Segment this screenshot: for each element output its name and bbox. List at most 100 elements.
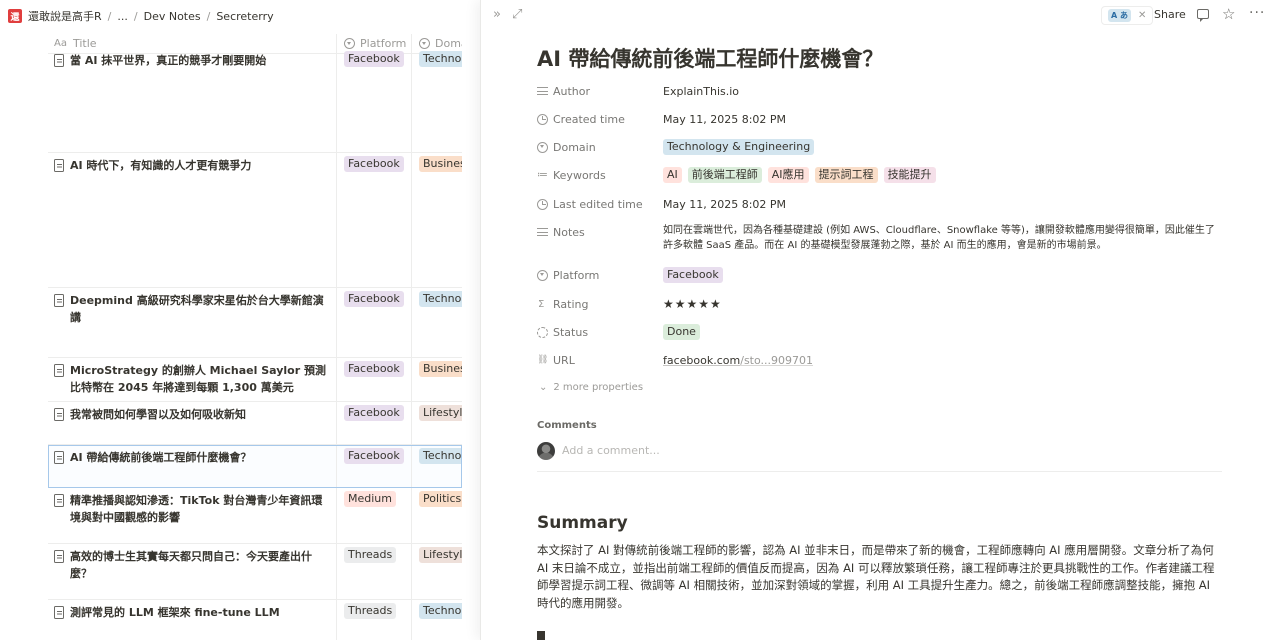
page-icon <box>54 159 64 172</box>
notes-value[interactable]: 如同在雲端世代，因為各種基礎建設 (例如 AWS、Cloudflare、Snow… <box>663 223 1223 253</box>
property-label: Notes <box>553 225 585 239</box>
keyword-tag[interactable]: 提示詞工程 <box>814 167 878 183</box>
row-title[interactable]: 我常被問如何學習以及如何吸收新知 <box>70 406 246 423</box>
multi-select-icon <box>537 169 548 181</box>
domain-tag[interactable]: Technology & Engineering <box>663 139 815 155</box>
property-domain[interactable]: Domain Technology & Engineering <box>537 138 1227 156</box>
row-title[interactable]: 精準推播與認知滲透：TikTok 對台灣青少年資訊環境與對中國觀感的影響 <box>70 492 330 526</box>
domain-tag: Lifestyle <box>419 405 462 421</box>
comments-heading: Comments <box>537 420 597 431</box>
property-label: Domain <box>553 140 596 154</box>
more-properties-label: 2 more properties <box>553 382 644 393</box>
author-value[interactable]: ExplainThis.io <box>663 84 739 99</box>
table-row[interactable]: 精準推播與認知滲透：TikTok 對台灣青少年資訊環境與對中國觀感的影響 Med… <box>48 488 462 544</box>
keyword-tag[interactable]: 前後端工程師 <box>687 167 762 183</box>
close-icon[interactable]: ✕ <box>1138 10 1146 21</box>
breadcrumb-separator: / <box>107 9 112 23</box>
row-title[interactable]: 高效的博士生其實每天都只問自己：今天要產出什麼？ <box>70 548 330 582</box>
table-row-selected[interactable]: AI 帶給傳統前後端工程師什麼機會？ Facebook Technology &… <box>48 445 462 488</box>
translate-icon: A あ <box>1108 9 1131 22</box>
keyword-tag[interactable]: 技能提升 <box>883 167 936 183</box>
summary-paragraph[interactable]: 本文探討了 AI 對傳統前後端工程師的影響，認為 AI 並非末日，而是帶來了新的… <box>537 542 1221 612</box>
property-notes[interactable]: Notes 如同在雲端世代，因為各種基礎建設 (例如 AWS、Cloudflar… <box>537 223 1227 253</box>
property-author[interactable]: Author ExplainThis.io <box>537 82 1227 100</box>
row-title[interactable]: AI 時代下，有知識的人才更有競爭力 <box>70 157 251 174</box>
url-link-path[interactable]: /sto...909701 <box>740 353 813 368</box>
platform-tag: Facebook <box>344 291 404 307</box>
property-rating[interactable]: Rating ★★★★★ <box>537 295 1227 313</box>
property-status[interactable]: Status Done <box>537 323 1227 341</box>
table-body: 當 AI 抹平世界，真正的競爭才剛要開始 Facebook Technology… <box>48 48 462 640</box>
page-icon <box>54 54 64 67</box>
property-label: Author <box>553 84 591 98</box>
row-title[interactable]: MicroStrategy 的創辦人 Michael Saylor 預測比特幣在… <box>70 362 330 396</box>
breadcrumb-separator: / <box>206 9 211 23</box>
domain-tag: Business <box>419 361 462 377</box>
workspace-icon[interactable]: 還 <box>8 9 22 23</box>
property-keywords[interactable]: Keywords AI 前後端工程師 AI應用 提示詞工程 技能提升 <box>537 166 1227 184</box>
table-row[interactable]: 測評常見的 LLM 框架來 fine-tune LLM Threads Tech… <box>48 600 462 640</box>
platform-tag[interactable]: Facebook <box>663 267 723 283</box>
select-type-icon <box>537 141 548 153</box>
property-label: Created time <box>553 112 625 126</box>
property-last-edited[interactable]: Last edited time May 11, 2025 8:02 PM <box>537 195 1227 213</box>
created-time-value: May 11, 2025 8:02 PM <box>663 112 787 126</box>
domain-tag: Lifestyle <box>419 547 462 563</box>
breadcrumb-dev-notes[interactable]: Dev Notes <box>144 10 201 23</box>
property-label: URL <box>553 353 575 367</box>
share-button[interactable]: Share <box>1154 8 1186 21</box>
property-created-time[interactable]: Created time May 11, 2025 8:02 PM <box>537 110 1227 128</box>
chevron-down-icon: ⌄ <box>539 382 548 393</box>
comment-composer[interactable]: Add a comment... <box>537 442 1222 472</box>
property-platform[interactable]: Platform Facebook <box>537 266 1227 284</box>
domain-tag: Technology & Engineering <box>419 291 462 307</box>
more-properties-toggle[interactable]: ⌄ 2 more properties <box>539 382 643 393</box>
page-title[interactable]: AI 帶給傳統前後端工程師什麼機會？ <box>537 43 883 73</box>
property-label: Rating <box>553 297 589 311</box>
translate-button[interactable]: A あ ✕ <box>1101 6 1154 25</box>
row-title[interactable]: 當 AI 抹平世界，真正的競爭才剛要開始 <box>70 52 266 69</box>
table-row[interactable]: MicroStrategy 的創辦人 Michael Saylor 預測比特幣在… <box>48 358 462 402</box>
platform-tag: Facebook <box>344 156 404 172</box>
favorite-star-icon[interactable]: ☆ <box>1222 5 1235 23</box>
keyword-tag[interactable]: AI <box>663 167 682 183</box>
breadcrumb-workspace[interactable]: 還敢說是高手R <box>28 8 102 24</box>
comment-input[interactable]: Add a comment... <box>562 444 660 471</box>
url-link[interactable]: facebook.com <box>663 353 740 368</box>
status-badge[interactable]: Done <box>663 324 700 340</box>
property-label: Keywords <box>553 168 606 182</box>
page-icon <box>54 550 64 563</box>
status-icon <box>537 326 548 338</box>
avatar <box>537 442 555 460</box>
page-icon <box>54 408 64 421</box>
page-icon <box>54 294 64 307</box>
comment-icon[interactable] <box>1197 9 1209 22</box>
row-title[interactable]: AI 帶給傳統前後端工程師什麼機會？ <box>70 449 251 466</box>
expand-icon[interactable]: ⤢ <box>512 8 522 22</box>
text-property-icon <box>537 87 548 95</box>
domain-tag: Technology & Engineering <box>419 448 462 464</box>
breadcrumb-ellipsis[interactable]: ... <box>117 10 128 23</box>
row-title[interactable]: Deepmind 高級研究科學家宋星佑於台大學新館演講 <box>70 292 330 326</box>
next-heading-fragment <box>537 631 545 640</box>
table-row[interactable]: 高效的博士生其實每天都只問自己：今天要產出什麼？ Threads Lifesty… <box>48 544 462 600</box>
page-icon <box>54 494 64 507</box>
table-row[interactable]: 當 AI 抹平世界，真正的競爭才剛要開始 Facebook Technology… <box>48 48 462 153</box>
text-property-icon <box>537 228 548 236</box>
row-title[interactable]: 測評常見的 LLM 框架來 fine-tune LLM <box>70 604 280 621</box>
platform-tag: Medium <box>344 491 396 507</box>
table-row[interactable]: Deepmind 高級研究科學家宋星佑於台大學新館演講 Facebook Tec… <box>48 288 462 358</box>
table-row[interactable]: AI 時代下，有知識的人才更有競爭力 Facebook Business <box>48 153 462 288</box>
property-label: Status <box>553 325 589 339</box>
page-icon <box>54 606 64 619</box>
close-peek-icon[interactable]: » <box>493 8 501 22</box>
breadcrumb-secreterry[interactable]: Secreterry <box>216 10 273 23</box>
property-label: Last edited time <box>553 197 643 211</box>
more-options-icon[interactable]: ··· <box>1249 5 1265 21</box>
clock-icon <box>537 113 548 125</box>
table-row[interactable]: 我常被問如何學習以及如何吸收新知 Facebook Lifestyle <box>48 402 462 445</box>
keyword-tag[interactable]: AI應用 <box>767 167 809 183</box>
property-url[interactable]: URL facebook.com/sto...909701 <box>537 351 1227 369</box>
platform-tag: Facebook <box>344 51 404 67</box>
database-view: 還 還敢說是高手R / ... / Dev Notes / Secreterry… <box>0 0 480 640</box>
